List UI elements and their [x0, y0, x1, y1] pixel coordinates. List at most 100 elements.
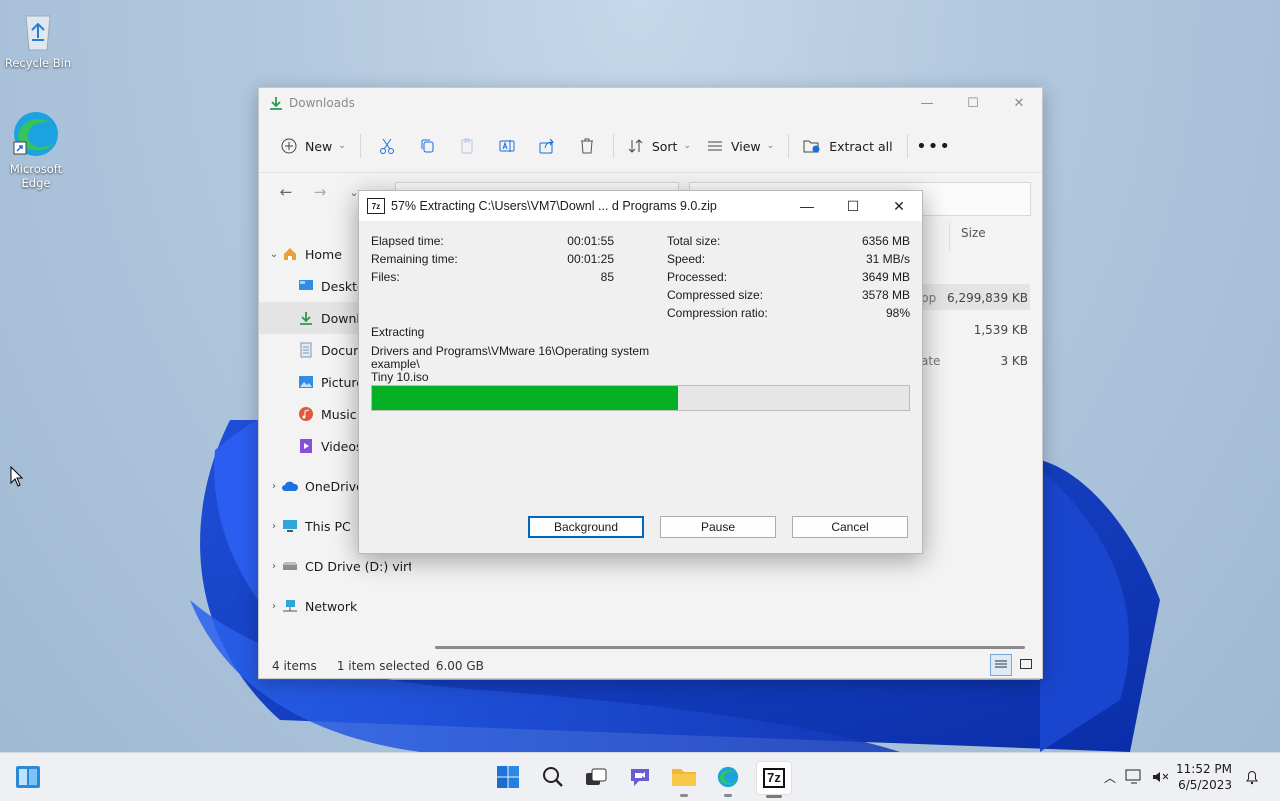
nav-item-cd-drive[interactable]: › CD Drive (D:) virtio-w — [259, 550, 419, 582]
download-icon — [300, 312, 312, 325]
cd-drive-icon — [283, 562, 297, 570]
paste-icon — [461, 138, 473, 154]
active-indicator — [766, 795, 782, 798]
search-icon — [543, 767, 563, 787]
stat-label: Elapsed time: — [371, 234, 444, 248]
processed-value: 3649 MB — [861, 270, 910, 284]
background-button[interactable]: Background — [528, 516, 644, 538]
network-status-icon[interactable] — [1120, 769, 1148, 785]
download-icon — [270, 97, 282, 110]
maximize-button[interactable]: ☐ — [830, 191, 876, 221]
forward-button[interactable]: → — [303, 183, 337, 201]
chat-button[interactable] — [624, 761, 656, 793]
remaining-time-value: 00:01:25 — [567, 252, 614, 266]
stat-label: Remaining time: — [371, 252, 458, 266]
7zip-icon: 7z — [763, 768, 785, 788]
pictures-icon — [299, 376, 313, 388]
teams-chat-icon — [631, 769, 649, 786]
chevron-right-icon[interactable]: › — [267, 481, 281, 492]
pause-button[interactable]: Pause — [660, 516, 776, 538]
view-icon — [707, 141, 722, 151]
cut-button[interactable] — [367, 130, 407, 162]
cancel-button[interactable]: Cancel — [792, 516, 908, 538]
copy-button[interactable] — [407, 130, 447, 162]
current-path-line: Tiny 10.iso — [371, 370, 429, 384]
recycle-bin-icon — [25, 15, 51, 51]
more-options-button[interactable]: ••• — [914, 130, 954, 162]
file-explorer-taskbar-button[interactable] — [668, 761, 700, 797]
system-tray: ︿ — [1100, 753, 1172, 801]
elapsed-time-value: 00:01:55 — [567, 234, 614, 248]
clock-time: 11:52 PM — [1176, 762, 1232, 776]
file-name-fragment: pp — [921, 291, 937, 305]
tiles-view-icon — [1020, 659, 1032, 669]
7zip-taskbar-button[interactable]: 7z — [756, 761, 792, 798]
close-button[interactable]: ✕ — [876, 191, 922, 221]
maximize-button[interactable]: ☐ — [950, 88, 996, 118]
desktop-icon-label: Microsoft Edge — [9, 162, 63, 190]
share-button[interactable] — [527, 130, 567, 162]
speed-value: 31 MB/s — [865, 252, 910, 266]
close-button[interactable]: ✕ — [996, 88, 1042, 118]
chevron-down-icon[interactable]: ⌄ — [267, 249, 281, 260]
selection-size: 6.00 GB — [435, 659, 484, 673]
nav-item-label: OneDrive — [305, 478, 364, 494]
back-button[interactable]: ← — [269, 183, 303, 201]
pc-icon — [283, 520, 297, 532]
chevron-right-icon[interactable]: › — [267, 601, 281, 612]
new-button[interactable]: New ⌄ — [273, 130, 354, 162]
desktop-icon-edge[interactable]: Microsoft Edge — [0, 108, 72, 190]
videos-icon — [300, 439, 312, 453]
nav-item-label: CD Drive (D:) virtio-w — [305, 558, 411, 574]
notifications-button[interactable] — [1240, 761, 1264, 793]
file-size: 6,299,839 KB — [947, 291, 1028, 305]
tiles-view-button[interactable] — [1016, 654, 1036, 674]
sort-icon — [628, 139, 643, 153]
stat-label: Processed: — [667, 270, 728, 284]
compression-ratio-value: 98% — [885, 306, 910, 320]
sort-button[interactable]: Sort ⌄ — [620, 130, 699, 162]
rename-button[interactable] — [487, 130, 527, 162]
view-button[interactable]: View ⌄ — [699, 130, 782, 162]
nav-item-network[interactable]: › Network — [259, 590, 419, 622]
documents-icon — [300, 342, 312, 358]
desktop-icon-label: Recycle Bin — [4, 56, 72, 70]
show-hidden-icons-button[interactable]: ︿ — [1100, 769, 1120, 786]
sort-label: Sort — [651, 138, 678, 154]
edge-icon — [13, 112, 58, 156]
extract-folder-icon — [803, 140, 820, 153]
search-button[interactable] — [537, 761, 569, 793]
more-icon: ••• — [916, 135, 951, 157]
stat-label: Compression ratio: — [667, 306, 768, 320]
chevron-right-icon[interactable]: › — [267, 561, 281, 572]
minimize-button[interactable]: — — [784, 191, 830, 221]
stat-label: Files: — [371, 270, 400, 284]
stat-label: Speed: — [667, 252, 706, 266]
chevron-right-icon[interactable]: › — [267, 521, 281, 532]
taskbar: 7z ︿ 11:52 PM 6/5/2023 — [0, 752, 1280, 801]
progress-bar — [371, 385, 910, 411]
nav-item-label: Home — [305, 246, 342, 262]
running-indicator — [724, 794, 732, 797]
minimize-button[interactable]: — — [904, 88, 950, 118]
command-bar: New ⌄ Sort ⌄ View ⌄ Extract all ••• — [259, 126, 1042, 166]
files-value: 85 — [600, 270, 614, 284]
column-header-size[interactable]: Size — [961, 226, 986, 240]
delete-button[interactable] — [567, 130, 607, 162]
details-view-button[interactable] — [990, 654, 1012, 676]
plus-circle-icon — [281, 138, 297, 154]
desktop-icon-recycle-bin[interactable]: Recycle Bin — [2, 10, 74, 70]
horizontal-scrollbar[interactable] — [435, 646, 1025, 649]
paste-button[interactable] — [447, 130, 487, 162]
edge-taskbar-button[interactable] — [712, 761, 744, 797]
stat-label: Total size: — [667, 234, 721, 248]
copy-icon — [421, 139, 434, 153]
extract-all-button[interactable]: Extract all — [795, 130, 900, 162]
extract-progress-dialog[interactable]: 7z 57% Extracting C:\Users\VM7\Downl ...… — [358, 190, 923, 554]
clock[interactable]: 11:52 PM 6/5/2023 — [1176, 761, 1232, 793]
start-button[interactable] — [492, 761, 524, 793]
volume-muted-icon[interactable] — [1148, 769, 1172, 785]
widgets-button[interactable] — [12, 761, 44, 793]
file-explorer-icon — [672, 769, 696, 786]
task-view-button[interactable] — [580, 761, 612, 793]
